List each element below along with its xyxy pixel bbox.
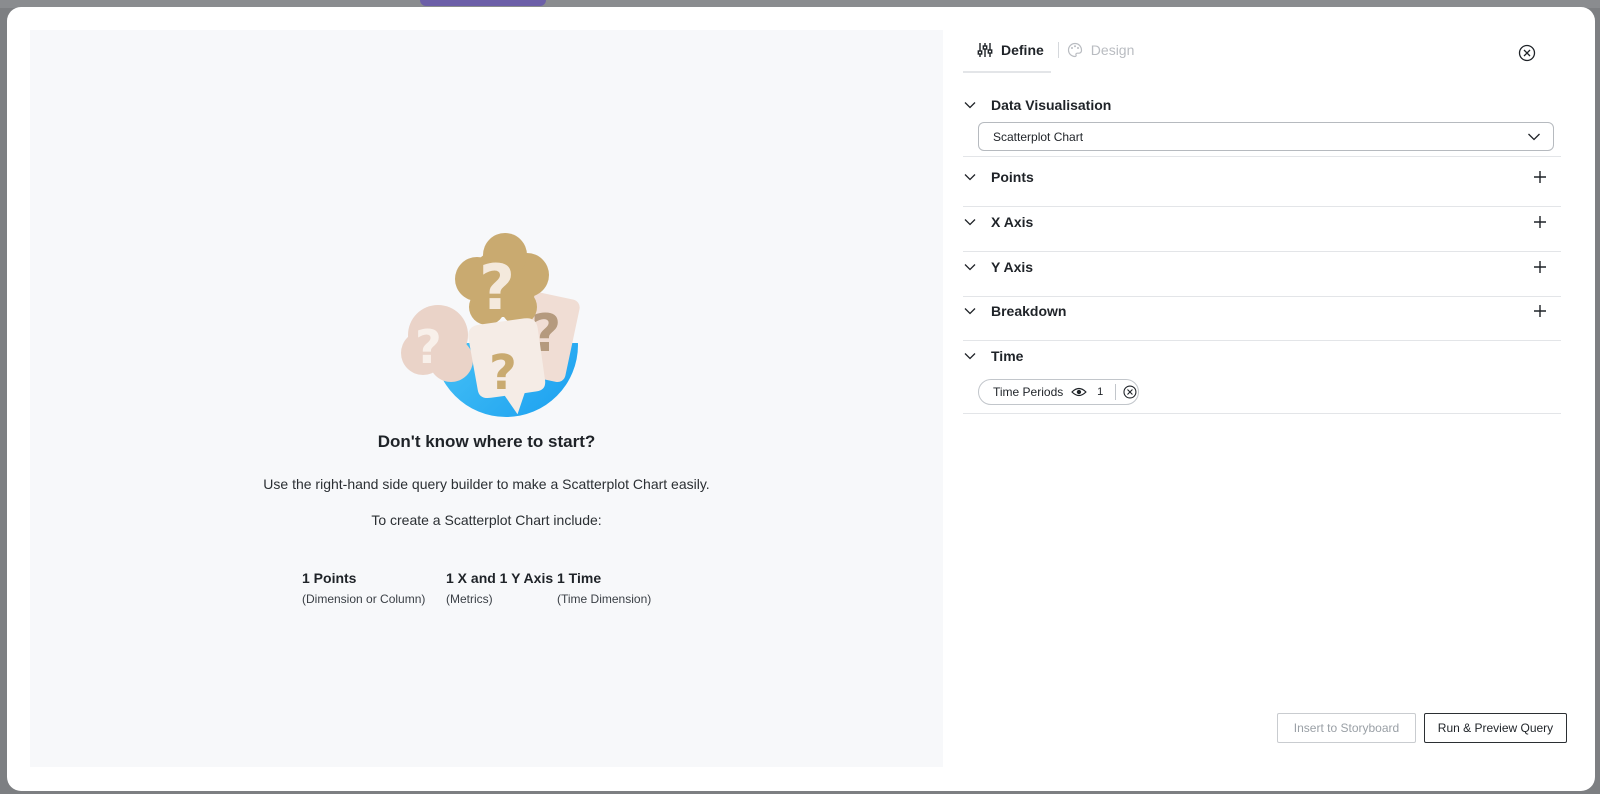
requirement-subtitle: (Time Dimension) — [557, 592, 652, 606]
requirement-axes: 1 X and 1 Y Axis (Metrics) — [446, 570, 553, 606]
query-builder-panel: Define Design Data Visualisation Scatter… — [943, 7, 1595, 791]
section-header[interactable]: Breakdown — [963, 299, 1561, 323]
tab-design[interactable]: Design — [1067, 37, 1141, 63]
plus-icon[interactable] — [1533, 304, 1547, 318]
tab-underline — [963, 71, 1051, 73]
requirement-title: 1 Time — [557, 570, 602, 586]
tab-define-label: Define — [1001, 42, 1044, 58]
tab-define[interactable]: Define — [963, 37, 1050, 63]
svg-text:?: ? — [489, 345, 517, 401]
section-header[interactable]: Data Visualisation — [963, 93, 1561, 117]
close-icon[interactable] — [1517, 43, 1537, 63]
requirement-title: 1 Points — [302, 570, 357, 586]
requirement-title: 1 X and 1 Y Axis — [446, 570, 554, 586]
section-data-visualisation: Data Visualisation Scatterplot Chart — [963, 93, 1561, 157]
chevron-down-icon — [1528, 133, 1540, 141]
builder-tabs: Define Design — [963, 37, 1140, 73]
chevron-down-icon — [964, 264, 976, 271]
chart-type-select[interactable]: Scatterplot Chart — [978, 122, 1554, 151]
question-marks-illustration: ? ? ? ? — [393, 225, 593, 417]
section-time: Time Time Periods 1 — [963, 344, 1561, 414]
section-header[interactable]: Time — [963, 344, 1561, 368]
section-title: Points — [991, 169, 1034, 185]
chevron-down-icon — [964, 219, 976, 226]
section-header[interactable]: Points — [963, 165, 1561, 189]
plus-icon[interactable] — [1533, 170, 1547, 184]
section-title: Time — [991, 348, 1024, 364]
chip-label: Time Periods — [993, 385, 1064, 399]
requirement-subtitle: (Dimension or Column) — [302, 592, 426, 606]
tab-divider — [1057, 42, 1059, 58]
section-header[interactable]: Y Axis — [963, 255, 1561, 279]
requirement-time: 1 Time (Time Dimension) — [557, 570, 651, 606]
chevron-down-icon — [964, 353, 976, 360]
eye-icon[interactable] — [1071, 386, 1088, 398]
sliders-icon — [977, 43, 993, 57]
section-header[interactable]: X Axis — [963, 210, 1561, 234]
palette-icon — [1067, 42, 1082, 58]
chevron-down-icon — [964, 102, 976, 109]
section-x-axis: X Axis — [963, 210, 1561, 252]
section-y-axis: Y Axis — [963, 255, 1561, 297]
insert-to-storyboard-button[interactable]: Insert to Storyboard — [1277, 713, 1416, 743]
section-points: Points — [963, 165, 1561, 207]
svg-text:?: ? — [415, 320, 442, 374]
chevron-down-icon — [964, 174, 976, 181]
empty-state-description: Use the right-hand side query builder to… — [263, 476, 710, 492]
requirement-points: 1 Points (Dimension or Column) — [302, 570, 425, 606]
chart-type-value: Scatterplot Chart — [993, 129, 1084, 144]
run-preview-query-button[interactable]: Run & Preview Query — [1424, 713, 1567, 743]
remove-icon[interactable] — [1122, 384, 1138, 400]
backdrop-active-tab — [420, 0, 546, 6]
empty-state-title: Don't know where to start? — [377, 432, 596, 451]
svg-text:?: ? — [479, 251, 515, 324]
query-builder-modal: ? ? ? ? Don't know where to start? Use t… — [7, 7, 1595, 791]
requirement-subtitle: (Metrics) — [446, 592, 493, 606]
plus-icon[interactable] — [1533, 215, 1547, 229]
chip-count: 1 — [1097, 386, 1104, 398]
chevron-down-icon — [964, 308, 976, 315]
tab-design-label: Design — [1090, 42, 1135, 58]
time-periods-chip[interactable]: Time Periods 1 — [978, 379, 1139, 405]
section-title: Breakdown — [991, 303, 1067, 319]
empty-state-include-text: To create a Scatterplot Chart include: — [371, 512, 602, 528]
section-title: Y Axis — [991, 259, 1034, 275]
chip-divider — [1115, 384, 1117, 400]
section-title: X Axis — [991, 214, 1034, 230]
section-title: Data Visualisation — [991, 97, 1112, 113]
preview-panel: ? ? ? ? Don't know where to start? Use t… — [30, 30, 943, 767]
plus-icon[interactable] — [1533, 260, 1547, 274]
section-breakdown: Breakdown — [963, 299, 1561, 341]
